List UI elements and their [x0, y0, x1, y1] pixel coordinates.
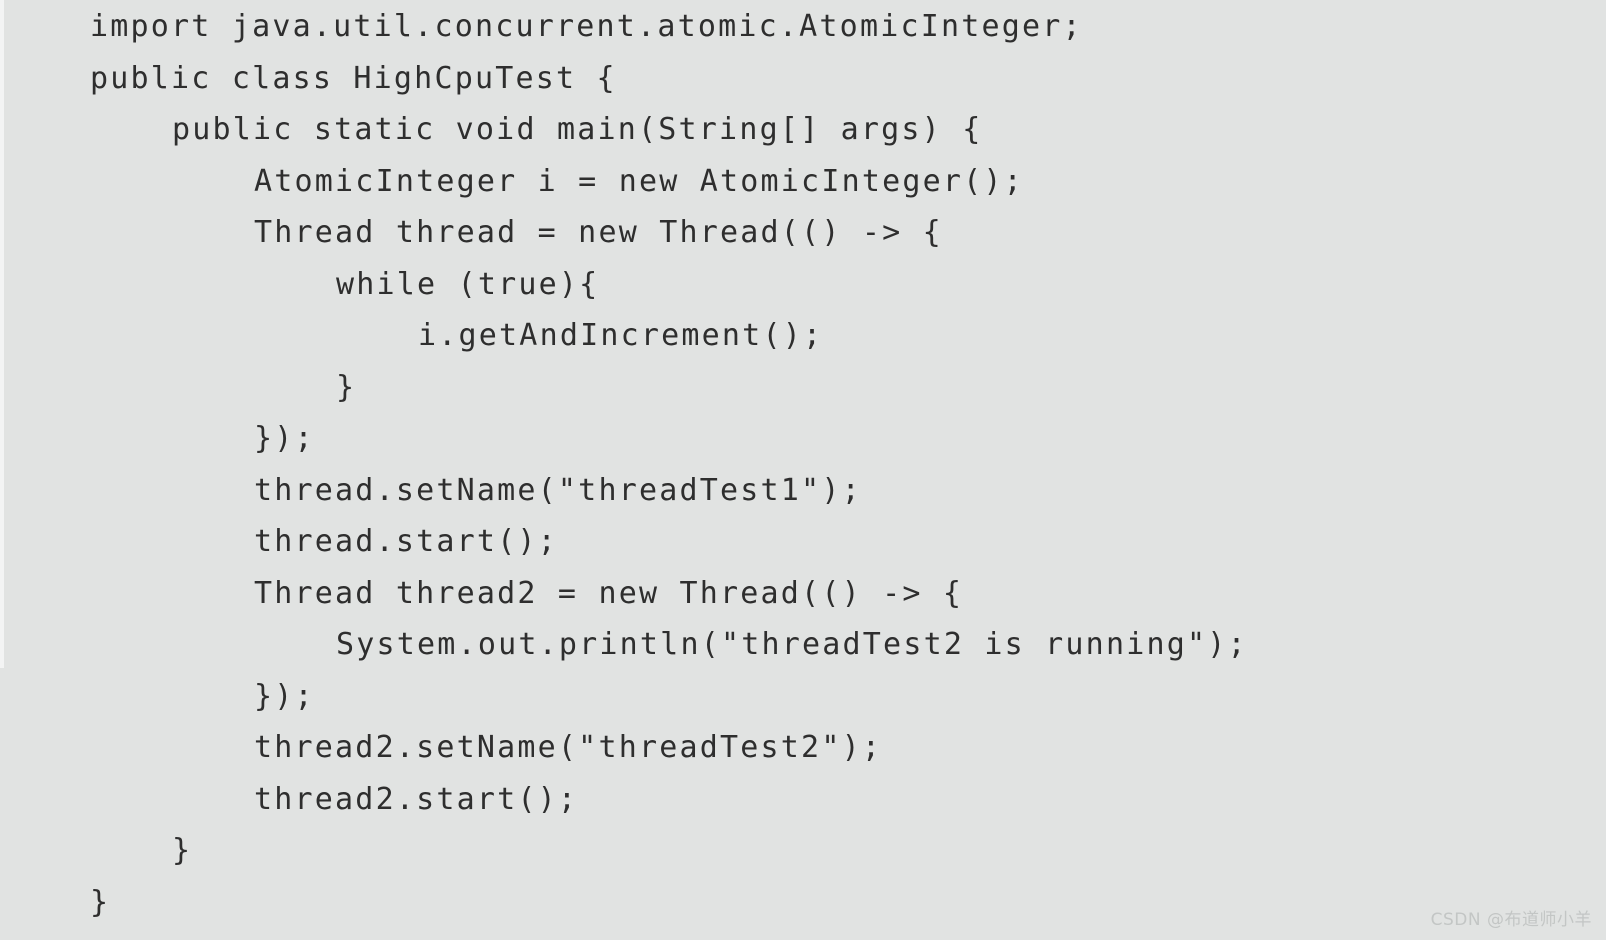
csdn-watermark: CSDN @布道师小羊: [1430, 910, 1592, 930]
code-line: thread2.setName("threadTest2");: [254, 730, 883, 765]
code-line: }: [336, 369, 357, 405]
code-line: }: [172, 833, 193, 868]
code-line: thread.start();: [254, 524, 558, 559]
code-line: public static void main(String[] args) {: [172, 112, 983, 147]
code-line: }: [90, 884, 111, 920]
code-line: });: [254, 421, 315, 456]
code-line: Thread thread = new Thread(() -> {: [254, 215, 943, 250]
code-line: thread.setName("threadTest1");: [254, 472, 862, 508]
code-line: System.out.println("threadTest2 is runni…: [336, 627, 1248, 662]
java-code-block: import java.util.concurrent.atomic.Atomi…: [0, 0, 1606, 940]
code-line: AtomicInteger i = new AtomicInteger();: [254, 163, 1024, 199]
code-line: import java.util.concurrent.atomic.Atomi…: [90, 9, 1083, 44]
code-line: while (true){: [336, 266, 600, 302]
code-screenshot: import java.util.concurrent.atomic.Atomi…: [0, 0, 1606, 940]
code-line: i.getAndIncrement();: [418, 318, 824, 353]
code-line: Thread thread2 = new Thread(() -> {: [254, 575, 964, 611]
code-line: thread2.start();: [254, 781, 579, 817]
code-line: public class HighCpuTest {: [90, 60, 617, 96]
code-line: });: [254, 678, 315, 714]
